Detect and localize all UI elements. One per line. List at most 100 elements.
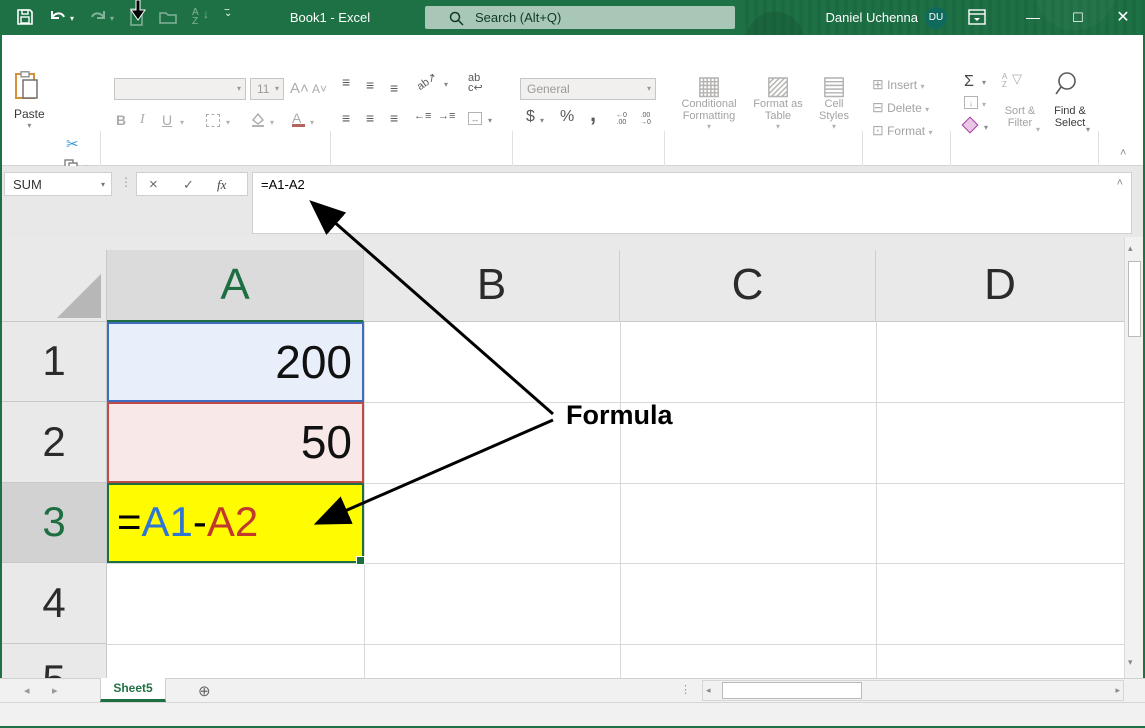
- row-header-4[interactable]: 4: [2, 563, 107, 644]
- find-select-icon[interactable]: [1054, 71, 1078, 102]
- ribbon-display-options-icon[interactable]: [968, 9, 986, 30]
- search-box[interactable]: Search (Alt+Q): [425, 6, 735, 29]
- vertical-scrollbar[interactable]: ▴ ▾: [1124, 237, 1143, 678]
- scroll-down-icon[interactable]: ▾: [1128, 657, 1133, 668]
- bold-button: B: [116, 112, 126, 128]
- decrease-indent-icon[interactable]: ←≡: [414, 110, 431, 122]
- decrease-font-size-icon: A˅: [312, 82, 327, 96]
- expand-formula-bar-icon[interactable]: ˄: [1117, 177, 1123, 189]
- comma-format-icon[interactable]: ,: [590, 101, 596, 127]
- orientation-icon[interactable]: ab↗: [414, 70, 439, 93]
- number-format-value: General: [527, 82, 570, 96]
- cut-icon[interactable]: ✂: [66, 135, 79, 153]
- sheet-nav-left-icon[interactable]: ◂: [24, 684, 30, 697]
- scroll-up-icon[interactable]: ▴: [1128, 243, 1133, 254]
- percent-format-icon[interactable]: %: [560, 108, 574, 126]
- format-cells-icon: ⊡: [872, 122, 884, 138]
- sort-filter-dropdown-icon: ▾: [1036, 125, 1040, 134]
- column-header-c[interactable]: C: [620, 250, 876, 322]
- save-icon[interactable]: [16, 8, 36, 28]
- orientation-dropdown-icon[interactable]: ▾: [444, 80, 448, 89]
- font-color-dropdown-icon: ▾: [310, 118, 314, 127]
- format-cells-button: ⊡ Format ▾: [872, 122, 932, 139]
- avatar[interactable]: DU: [925, 7, 947, 29]
- wrap-text-icon[interactable]: abc↩: [468, 73, 483, 93]
- insert-function-icon[interactable]: fx: [217, 177, 226, 193]
- font-size-value: 11: [257, 82, 269, 96]
- vertical-scrollbar-thumb[interactable]: [1128, 261, 1141, 337]
- align-left-icon[interactable]: ≡: [342, 110, 350, 126]
- undo-dropdown-icon[interactable]: ▾: [70, 14, 74, 23]
- middle-align-icon[interactable]: ≡: [366, 77, 374, 93]
- borders-dropdown-icon: ▾: [226, 118, 230, 127]
- undo-icon[interactable]: [48, 8, 68, 28]
- scroll-right-icon[interactable]: ▸: [1115, 685, 1120, 696]
- mouse-cursor: [130, 0, 146, 26]
- align-right-icon[interactable]: ≡: [390, 110, 398, 126]
- cell-a1[interactable]: 200: [107, 322, 364, 402]
- row-header-2[interactable]: 2: [2, 402, 107, 483]
- paste-button[interactable]: Paste ▾: [14, 71, 45, 130]
- fill-icon: ↓: [964, 96, 978, 109]
- select-all-corner[interactable]: [2, 250, 107, 322]
- collapse-ribbon-icon[interactable]: ˄: [1120, 147, 1126, 159]
- currency-dropdown-icon[interactable]: ▾: [540, 116, 544, 125]
- delete-cells-button: ⊟ Delete ▾: [872, 99, 929, 116]
- cell-a3[interactable]: =A1-A2: [107, 483, 364, 563]
- formula-ref-a2: A2: [207, 498, 258, 545]
- qat-customize-icon[interactable]: ⌄−: [224, 8, 232, 30]
- cell-styles-button: ▤ Cell Styles ▾: [810, 72, 858, 131]
- center-icon[interactable]: ≡: [366, 110, 374, 126]
- user-name[interactable]: Daniel Uchenna: [800, 0, 918, 35]
- name-box[interactable]: SUM ▾: [4, 172, 112, 196]
- fill-handle[interactable]: [356, 556, 365, 565]
- select-all-triangle: [57, 274, 101, 318]
- column-header-b[interactable]: B: [364, 250, 620, 322]
- ribbon: Paste ▾ ✂ ▾ Clipboard ↘ ▾ 11▾ A˄ A˅ B I …: [0, 63, 1145, 166]
- sheet-nav-right-icon[interactable]: ▸: [52, 684, 58, 697]
- row-header-1[interactable]: 1: [2, 322, 107, 402]
- delete-cells-icon: ⊟: [872, 99, 884, 115]
- clear-dropdown-icon[interactable]: ▾: [984, 123, 988, 132]
- cell-a2[interactable]: 50: [107, 402, 364, 483]
- bottom-align-icon[interactable]: ≡: [390, 80, 398, 96]
- column-header-a[interactable]: A: [107, 250, 364, 322]
- formula-text: =A1-A2: [261, 177, 305, 192]
- merge-center-dropdown-icon[interactable]: ▾: [488, 116, 492, 125]
- formula-equals: =: [117, 498, 142, 545]
- horizontal-scrollbar[interactable]: ◂ ▸: [702, 680, 1124, 701]
- paste-dropdown-icon: ▾: [14, 121, 45, 130]
- enter-icon[interactable]: ✓: [183, 177, 194, 193]
- horizontal-scrollbar-thumb[interactable]: [722, 682, 862, 699]
- sheet-tab-bar: ◂ ▸ ⋮ ◂ ▸: [0, 678, 1145, 702]
- clear-icon[interactable]: [962, 117, 979, 134]
- increase-decimal-icon[interactable]: ←0.00: [616, 112, 627, 126]
- new-sheet-icon[interactable]: ⊕: [198, 682, 211, 700]
- formula-bar-separator: ⋮: [120, 175, 132, 189]
- autosum-icon[interactable]: Σ: [964, 73, 974, 91]
- row-header-3[interactable]: 3: [2, 483, 107, 563]
- insert-cells-icon: ⊞: [872, 76, 884, 92]
- top-align-icon[interactable]: ≡: [342, 74, 350, 90]
- autosum-dropdown-icon[interactable]: ▾: [982, 78, 986, 87]
- decrease-decimal-icon[interactable]: .00→0: [640, 112, 651, 126]
- minimize-button[interactable]: —: [1013, 0, 1053, 35]
- row-header-5[interactable]: 5: [2, 644, 107, 678]
- scroll-left-icon[interactable]: ◂: [706, 685, 711, 696]
- currency-format-icon[interactable]: $: [526, 108, 535, 126]
- underline-dropdown-icon: ▾: [180, 118, 184, 127]
- sheet-tab-sheet5[interactable]: Sheet5: [100, 678, 166, 702]
- sort-filter-icon: AZ▽: [1002, 73, 1007, 89]
- column-header-d[interactable]: D: [876, 250, 1124, 322]
- find-select-dropdown-icon[interactable]: ▾: [1086, 125, 1090, 134]
- formula-input[interactable]: =A1-A2 ˄: [252, 172, 1132, 234]
- merge-center-icon[interactable]: ↔: [468, 112, 482, 125]
- cancel-icon[interactable]: ×: [149, 176, 158, 193]
- close-button[interactable]: ✕: [1103, 0, 1143, 35]
- maximize-button[interactable]: ☐: [1058, 0, 1098, 35]
- increase-indent-icon[interactable]: →≡: [438, 110, 455, 122]
- name-box-dropdown-icon[interactable]: ▾: [101, 180, 105, 189]
- excel-window: ▾ ▾ AZ↓ ⌄− Book1 - Excel Search (Alt+Q) …: [0, 0, 1145, 728]
- title-bar: ▾ ▾ AZ↓ ⌄− Book1 - Excel Search (Alt+Q) …: [0, 0, 1145, 35]
- fill-color-icon: [250, 112, 266, 132]
